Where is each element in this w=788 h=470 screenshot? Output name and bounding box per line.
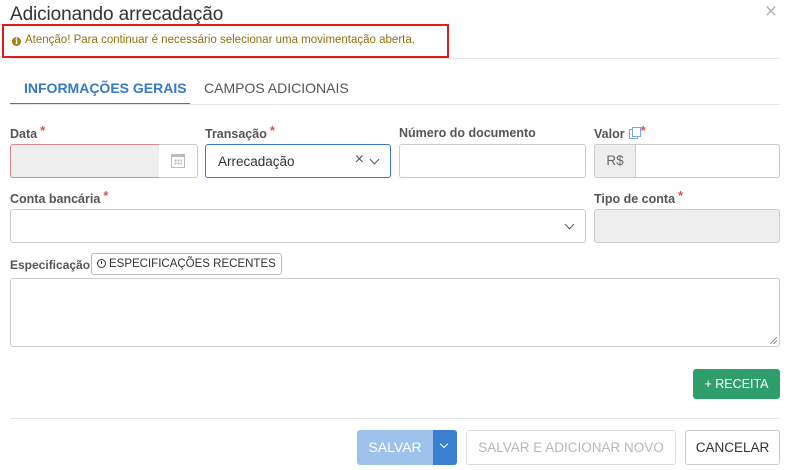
footer-divider (10, 418, 780, 419)
tabs-divider (10, 104, 780, 105)
tipo-conta-label: Tipo de conta * (594, 188, 684, 206)
required-mark: * (40, 123, 46, 138)
data-input[interactable] (10, 144, 160, 178)
valor-label: Valor * (594, 123, 646, 141)
data-label: Data * (10, 123, 46, 141)
required-mark: * (103, 188, 109, 203)
clock-icon (97, 259, 106, 268)
required-mark: * (269, 123, 275, 138)
save-and-new-button[interactable]: SALVAR E ADICIONAR NOVO (466, 430, 676, 465)
required-mark: * (640, 123, 646, 138)
dialog-title: Adicionando arrecadação (10, 4, 224, 25)
copy-icon (628, 127, 641, 139)
conta-bancaria-label: Conta bancária * (10, 188, 109, 206)
info-circle-icon: i (12, 37, 21, 46)
tab-campos-adicionais[interactable]: CAMPOS ADICIONAIS (204, 80, 349, 96)
header-divider (10, 58, 780, 59)
calendar-icon (171, 154, 185, 168)
warning-alert: i Atenção! Para continuar é necessário s… (2, 24, 449, 58)
cancel-button[interactable]: CANCELAR (685, 430, 780, 465)
chevron-down-icon (439, 439, 449, 449)
save-options-button[interactable] (433, 430, 457, 465)
tab-informacoes-gerais[interactable]: INFORMAÇÕES GERAIS (24, 80, 187, 96)
save-button[interactable]: SALVAR (357, 430, 433, 465)
especificacoes-recentes-button[interactable]: ESPECIFICAÇÕES RECENTES (91, 253, 282, 275)
transacao-select[interactable]: Arrecadação × (205, 144, 391, 178)
clear-icon[interactable]: × (355, 151, 364, 169)
numero-documento-input[interactable] (399, 144, 586, 178)
resize-handle-icon[interactable] (770, 337, 777, 344)
required-mark: * (678, 188, 684, 203)
valor-input[interactable] (635, 144, 780, 178)
conta-bancaria-select[interactable] (10, 209, 586, 243)
close-icon[interactable]: × (762, 1, 780, 22)
calendar-button[interactable] (159, 144, 198, 178)
add-receita-button[interactable]: + RECEITA (693, 369, 780, 399)
tipo-conta-input (594, 209, 780, 243)
transacao-label: Transação * (205, 123, 275, 141)
alert-text: Atenção! Para continuar é necessário sel… (25, 34, 415, 46)
numero-documento-label: Número do documento (399, 126, 536, 140)
currency-prefix: R$ (594, 144, 636, 178)
especificacao-label: Especificação (10, 258, 91, 272)
chevron-down-icon (369, 154, 380, 165)
chevron-down-icon (564, 219, 575, 230)
especificacao-textarea[interactable] (10, 278, 780, 347)
transacao-value: Arrecadação (218, 154, 295, 169)
